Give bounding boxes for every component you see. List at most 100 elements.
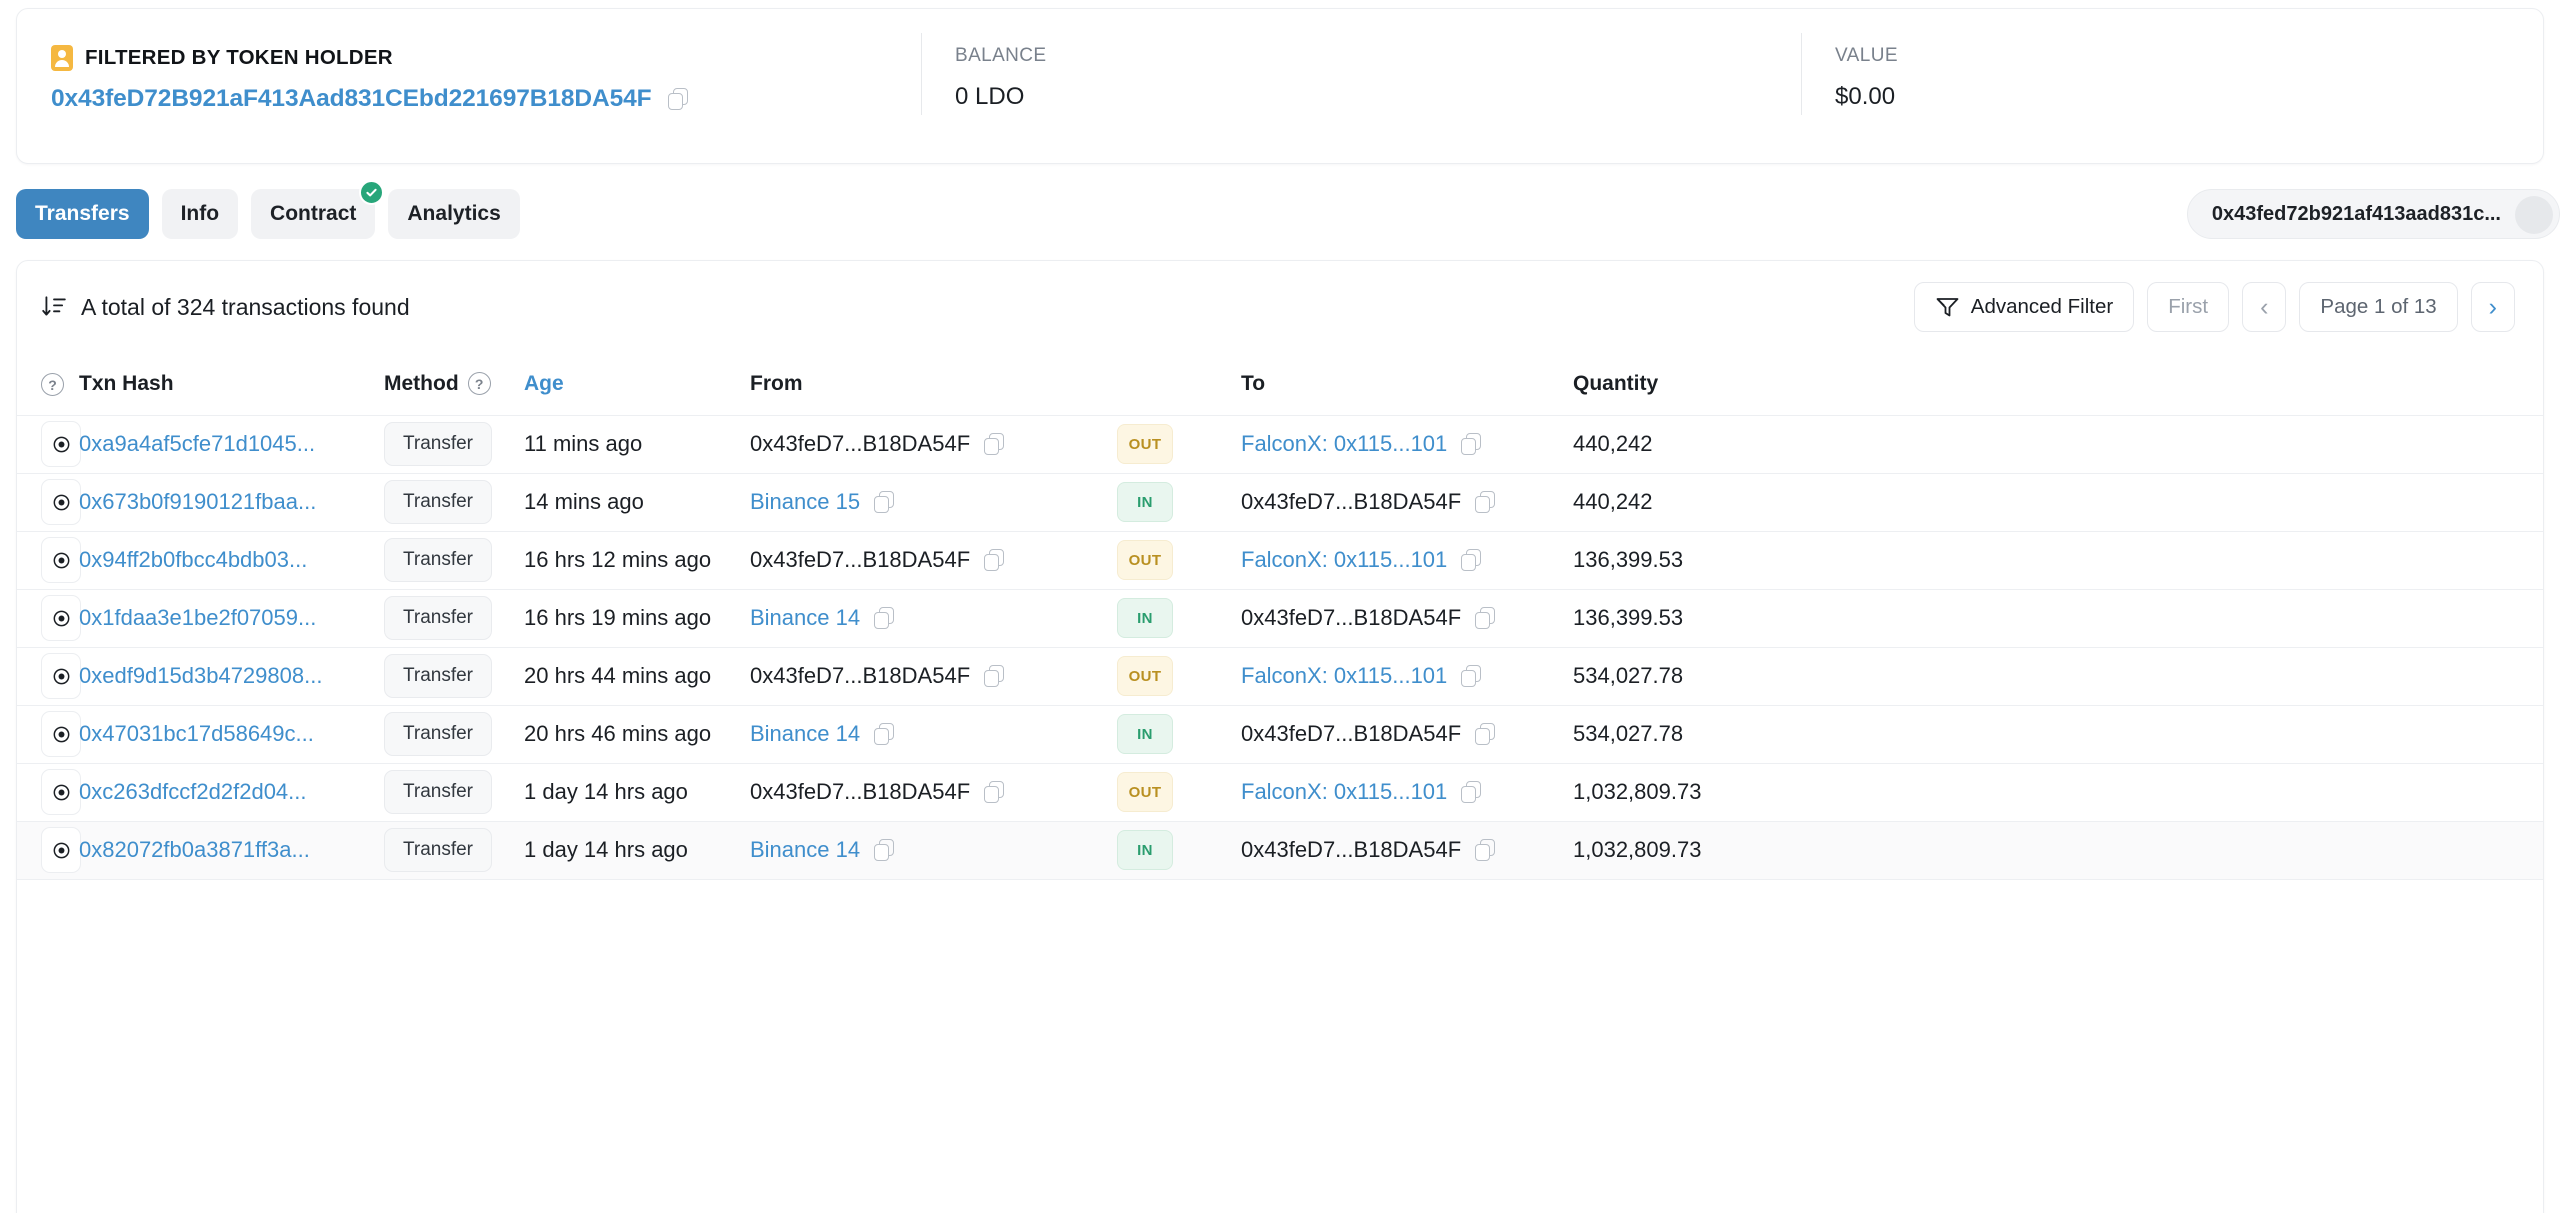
copy-icon[interactable] [1475, 607, 1496, 629]
to-address[interactable]: FalconX: 0x115...101 [1241, 547, 1447, 573]
filter-heading: FILTERED BY TOKEN HOLDER [51, 45, 921, 71]
table-row[interactable]: 0x82072fb0a3871ff3a... Transfer 1 day 14 h… [17, 821, 2543, 879]
tab-transfers-label: Transfers [35, 202, 130, 225]
page-indicator: Page 1 of 13 [2299, 282, 2458, 332]
table-row[interactable]: 0xc263dfccf2d2f2d04... Transfer 1 day 14 h… [17, 763, 2543, 821]
txn-hash-link[interactable]: 0x82072fb0a3871ff3a... [79, 837, 310, 862]
from-address[interactable]: Binance 14 [750, 837, 860, 863]
quantity-value: 534,027.78 [1573, 721, 1684, 746]
row-quantity-cell: 534,027.78 [1573, 647, 2543, 705]
tab-contract[interactable]: Contract [251, 180, 385, 239]
txn-hash-link[interactable]: 0x94ff2b0fbcc4bdb03... [79, 547, 307, 572]
to-address[interactable]: FalconX: 0x115...101 [1241, 779, 1447, 805]
row-hash-cell: 0x673b0f9190121fbaa... [79, 473, 384, 531]
txn-hash-link[interactable]: 0x1fdaa3e1be2f07059... [79, 605, 316, 630]
help-icon[interactable]: ? [41, 373, 64, 396]
copy-icon[interactable] [874, 723, 895, 745]
advanced-filter-button[interactable]: Advanced Filter [1913, 282, 2135, 332]
chevron-right-icon: › [2488, 292, 2497, 321]
row-from-cell: Binance 14 [750, 821, 1117, 879]
method-badge: Transfer [384, 712, 492, 756]
row-eye-cell [17, 647, 81, 705]
view-transaction-button[interactable] [41, 595, 81, 641]
row-eye-cell [17, 589, 81, 647]
view-transaction-button[interactable] [41, 421, 81, 467]
copy-icon[interactable] [874, 491, 895, 513]
chevron-left-icon: ‹ [2260, 292, 2269, 321]
tab-contract-label: Contract [270, 202, 357, 225]
funnel-icon [1936, 298, 1959, 317]
copy-icon[interactable] [1461, 433, 1482, 455]
method-help-icon[interactable]: ? [467, 372, 491, 396]
from-address[interactable]: Binance 15 [750, 489, 860, 515]
row-direction-cell: OUT [1117, 763, 1241, 821]
table-row[interactable]: 0x94ff2b0fbcc4bdb03... Transfer 16 hrs 12 … [17, 531, 2543, 589]
table-row[interactable]: 0x47031bc17d58649c... Transfer 20 hrs 46 m… [17, 705, 2543, 763]
row-age-cell: 1 day 14 hrs ago [524, 779, 688, 804]
quantity-value: 1,032,809.73 [1573, 779, 1702, 804]
table-row[interactable]: 0x673b0f9190121fbaa... Transfer 14 mins ag… [17, 473, 2543, 531]
copy-icon[interactable] [1475, 491, 1496, 513]
copy-icon[interactable] [667, 88, 688, 110]
txn-hash-link[interactable]: 0x673b0f9190121fbaa... [79, 489, 316, 514]
row-hash-cell: 0x1fdaa3e1be2f07059... [79, 589, 384, 647]
tab-analytics[interactable]: Analytics [388, 189, 520, 239]
column-header-direction [1117, 353, 1241, 416]
row-eye-cell [17, 763, 81, 821]
row-hash-cell: 0xa9a4af5cfe71d1045... [79, 415, 384, 473]
verified-check-icon [359, 180, 385, 205]
view-transaction-button[interactable] [41, 711, 81, 757]
copy-icon[interactable] [1461, 549, 1482, 571]
to-address[interactable]: FalconX: 0x115...101 [1241, 431, 1447, 457]
from-address[interactable]: Binance 14 [750, 605, 860, 631]
copy-icon[interactable] [984, 665, 1005, 687]
tab-transfers[interactable]: Transfers [16, 189, 149, 239]
row-direction-cell: IN [1117, 705, 1241, 763]
column-header-age[interactable]: Age [524, 353, 750, 416]
method-badge: Transfer [384, 538, 492, 582]
eye-icon [53, 494, 69, 510]
row-from-cell: Binance 14 [750, 705, 1117, 763]
txn-hash-link[interactable]: 0xa9a4af5cfe71d1045... [79, 431, 315, 456]
table-row[interactable]: 0x1fdaa3e1be2f07059... Transfer 16 hrs 19 … [17, 589, 2543, 647]
method-badge: Transfer [384, 654, 492, 698]
copy-icon[interactable] [1461, 781, 1482, 803]
row-direction-cell: OUT [1117, 531, 1241, 589]
row-to-cell: FalconX: 0x115...101 [1241, 415, 1573, 473]
copy-icon[interactable] [1475, 723, 1496, 745]
copy-icon[interactable] [874, 839, 895, 861]
txn-hash-link[interactable]: 0xedf9d15d3b4729808... [79, 663, 322, 688]
view-transaction-button[interactable] [41, 653, 81, 699]
direction-badge-out: OUT [1117, 540, 1173, 580]
copy-icon[interactable] [984, 433, 1005, 455]
next-page-button[interactable]: › [2470, 282, 2515, 332]
direction-badge-in: IN [1117, 830, 1173, 870]
prev-page-button[interactable]: ‹ [2242, 282, 2287, 332]
to-address: 0x43feD7...B18DA54F [1241, 721, 1462, 746]
view-transaction-button[interactable] [41, 537, 81, 583]
copy-icon[interactable] [874, 607, 895, 629]
copy-icon[interactable] [1475, 839, 1496, 861]
tab-info[interactable]: Info [161, 189, 239, 239]
quantity-value: 440,242 [1573, 431, 1653, 456]
view-transaction-button[interactable] [41, 769, 81, 815]
address-chip[interactable]: 0x43fed72b921af413aad831c... [2186, 189, 2560, 239]
direction-badge-out: OUT [1117, 772, 1173, 812]
holder-address-link[interactable]: 0x43feD72B921aF413Aad831CEbd221697B18DA5… [51, 85, 652, 113]
first-page-button[interactable]: First [2147, 282, 2230, 332]
sort-descending-icon[interactable] [41, 294, 67, 320]
view-transaction-button[interactable] [41, 827, 81, 873]
transactions-table-head: ? Txn Hash Method ? Age From To Quantity [17, 353, 2543, 416]
from-address[interactable]: Binance 14 [750, 721, 860, 747]
view-transaction-button[interactable] [41, 479, 81, 525]
address-chip-avatar [2515, 196, 2553, 234]
row-age-cell: 1 day 14 hrs ago [524, 837, 688, 862]
txn-hash-link[interactable]: 0xc263dfccf2d2f2d04... [79, 779, 307, 804]
table-row[interactable]: 0xedf9d15d3b4729808... Transfer 20 hrs 44 … [17, 647, 2543, 705]
copy-icon[interactable] [984, 781, 1005, 803]
to-address[interactable]: FalconX: 0x115...101 [1241, 663, 1447, 689]
table-row[interactable]: 0xa9a4af5cfe71d1045... Transfer 11 mins ag… [17, 415, 2543, 473]
copy-icon[interactable] [984, 549, 1005, 571]
copy-icon[interactable] [1461, 665, 1482, 687]
txn-hash-link[interactable]: 0x47031bc17d58649c... [79, 721, 314, 746]
